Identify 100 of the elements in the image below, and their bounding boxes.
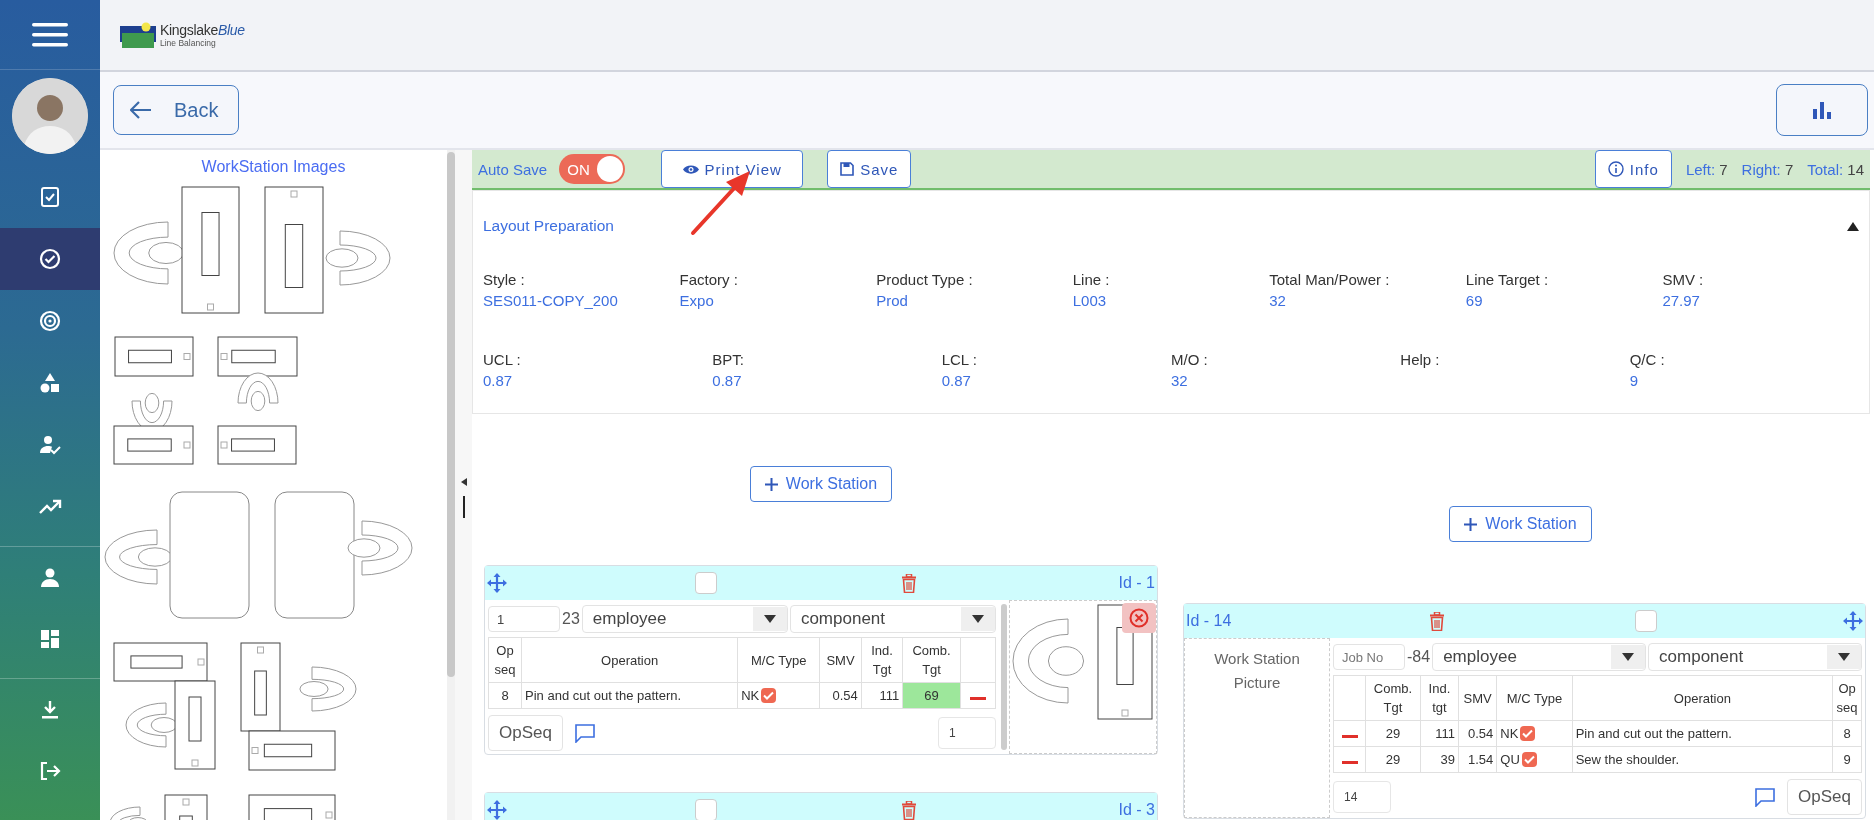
checkbox[interactable]	[695, 572, 717, 594]
job-number-field[interactable]: 1	[488, 606, 560, 632]
component-select[interactable]: component	[789, 605, 996, 633]
employee-select[interactable]: employee	[1432, 643, 1647, 671]
collapse-caret-icon[interactable]	[1847, 221, 1859, 231]
caret-icon	[1622, 653, 1635, 661]
comment-icon[interactable]	[1755, 787, 1776, 807]
close-icon	[1129, 608, 1149, 628]
table-cell: NK	[1500, 726, 1519, 741]
count-field[interactable]: 1	[938, 717, 996, 749]
trash-icon[interactable]	[1429, 611, 1445, 631]
eye-icon	[682, 163, 699, 175]
table-cell: 29	[1365, 746, 1421, 773]
opseq-button[interactable]: OpSeq	[488, 715, 563, 751]
user-check-icon	[38, 433, 62, 457]
count-text: Total: 14	[1807, 160, 1864, 178]
caret-icon	[1838, 653, 1850, 661]
workstation-drawing[interactable]	[109, 794, 336, 820]
close-button[interactable]	[1122, 603, 1156, 633]
table-cell: Pin and cut out the pattern.	[521, 682, 738, 709]
field-value: 0.87	[712, 372, 743, 389]
trash-icon[interactable]	[901, 573, 917, 593]
field-value: SES011-COPY_200	[483, 292, 619, 309]
brand-name: KingslakeBlue	[160, 22, 245, 38]
workstation-drawing[interactable]	[113, 186, 391, 314]
table-cell: Sew the shoulder.	[1572, 746, 1833, 773]
caret-icon	[972, 615, 984, 623]
table-cell: 9	[1832, 746, 1862, 773]
remove-icon[interactable]	[1341, 761, 1358, 764]
field-label: SMV :	[1662, 271, 1705, 288]
field-label: M/O :	[1171, 351, 1209, 368]
add-workstation-button[interactable]: Work Station	[749, 466, 893, 502]
column-header: Ind. tgt	[1428, 681, 1451, 715]
checkbox[interactable]	[1521, 752, 1537, 767]
column-header: M/C Type	[751, 652, 807, 668]
save-button[interactable]: Save	[827, 150, 912, 188]
avatar[interactable]	[12, 78, 88, 154]
column-header: Op seq	[494, 643, 516, 677]
field-value: Expo	[679, 292, 715, 309]
field-label: Total Man/Power :	[1269, 271, 1391, 288]
workstation-drawing[interactable]	[113, 642, 357, 771]
field-label: UCL :	[483, 351, 522, 368]
remove-icon[interactable]	[1341, 735, 1358, 738]
table-cell: Pin and cut out the pattern.	[1572, 720, 1833, 747]
column-header: Ind. Tgt	[871, 643, 893, 677]
back-button[interactable]: Back	[113, 85, 239, 135]
picture-area: Work Station Picture	[1184, 638, 1330, 818]
table-cell: 1.54	[1458, 746, 1497, 773]
table-cell: 8	[1832, 720, 1862, 747]
checkbox[interactable]	[1635, 610, 1657, 632]
print-view-button[interactable]: Print View	[661, 150, 804, 188]
target-icon	[38, 309, 62, 333]
field-label: Line :	[1072, 271, 1111, 288]
caret-icon	[763, 615, 776, 623]
count-field[interactable]: 14	[1333, 781, 1391, 813]
collapse-arrow-icon[interactable]	[460, 478, 467, 486]
job-number-field[interactable]: Job No	[1333, 644, 1405, 670]
move-icon[interactable]	[487, 800, 507, 820]
checkbox[interactable]	[761, 688, 777, 703]
column-header: Comb. Tgt	[912, 643, 951, 677]
table-cell: 39	[1420, 746, 1459, 773]
chart-button[interactable]	[1776, 84, 1868, 136]
count-text: Left: 7	[1685, 160, 1728, 178]
column-header: Operation	[1673, 690, 1731, 706]
field-label: Style :	[483, 271, 526, 288]
table-cell: NK	[741, 688, 760, 703]
section-title: Layout Preparation	[483, 217, 614, 235]
trash-icon[interactable]	[901, 800, 917, 820]
checkbox[interactable]	[1520, 726, 1536, 741]
workstation-drawing[interactable]	[113, 336, 298, 465]
column-header: Comb. Tgt	[1373, 681, 1413, 715]
job-suffix: 23	[562, 610, 580, 628]
info-button[interactable]: Info	[1594, 150, 1672, 188]
table-cell: 111	[1420, 720, 1459, 747]
workstation-id: Id - 3	[1118, 801, 1155, 819]
add-workstation-button[interactable]: Work Station	[1449, 506, 1592, 542]
comment-icon[interactable]	[574, 723, 595, 743]
table-cell: 8	[488, 682, 522, 709]
scrollbar-thumb[interactable]	[447, 152, 455, 677]
sidebar-item[interactable]	[0, 228, 100, 290]
field-value: 0.87	[941, 372, 972, 389]
arrow-left-icon	[130, 101, 152, 119]
column-header: Operation	[601, 652, 659, 668]
field-value: 32	[1269, 292, 1287, 309]
move-icon[interactable]	[1843, 611, 1863, 631]
employee-select[interactable]: employee	[581, 605, 788, 633]
table-cell: 0.54	[1458, 720, 1497, 747]
splitter-handle[interactable]	[462, 496, 465, 518]
move-icon[interactable]	[487, 573, 507, 593]
component-select[interactable]: component	[1648, 643, 1862, 671]
panel-title: WorkStation Images	[200, 157, 347, 176]
workstation-id: Id - 14	[1186, 612, 1232, 630]
opseq-button[interactable]: OpSeq	[1787, 779, 1862, 815]
column-header: SMV	[826, 652, 855, 668]
auto-save-label: Auto Save	[478, 160, 548, 178]
field-label: LCL :	[941, 351, 978, 368]
brand-subtitle: Line Balancing	[160, 38, 217, 48]
checkbox[interactable]	[695, 799, 717, 820]
remove-icon[interactable]	[969, 697, 986, 700]
field-value: Prod	[876, 292, 909, 309]
